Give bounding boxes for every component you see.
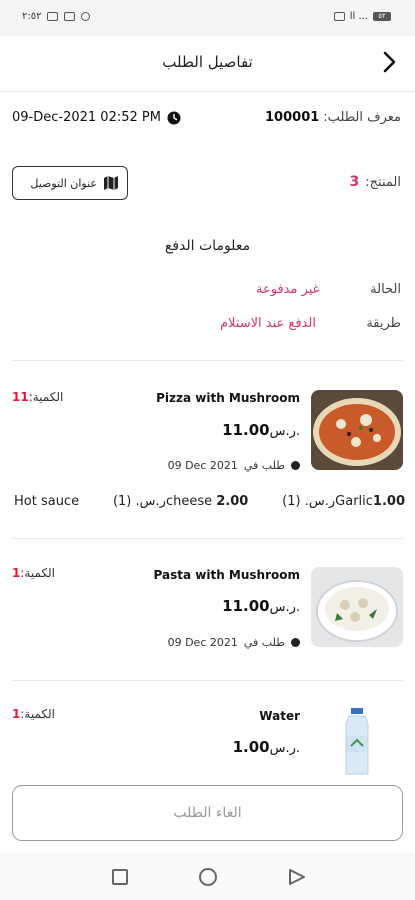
- order-id-value: 100001: [265, 110, 320, 125]
- ordered-date: 09 Dec 2021: [167, 636, 238, 649]
- recents-icon[interactable]: [112, 869, 128, 885]
- item-name: Pizza with Mushroom: [156, 391, 300, 405]
- alarm-icon: [81, 12, 91, 21]
- item-name: Pasta with Mushroom: [153, 568, 300, 582]
- item-ordered-date: طلب في 09 Dec 2021: [168, 636, 300, 649]
- back-triangle-icon[interactable]: [288, 868, 306, 886]
- pasta-image: [311, 567, 403, 647]
- pizza-image: [311, 390, 403, 470]
- item-qty-value: 11: [12, 390, 29, 404]
- ordered-prefix: طلب في: [243, 636, 285, 649]
- item-price-value: 11.00: [222, 421, 270, 439]
- delivery-address-button[interactable]: عنوان التوصيل: [12, 166, 128, 200]
- battery-icon: ٥٢: [373, 12, 391, 21]
- home-icon[interactable]: [199, 868, 217, 886]
- payment-status-label: الحالة: [370, 282, 401, 297]
- item-price: 1.00ر.س.: [233, 738, 300, 756]
- system-nav-bar: [0, 852, 415, 900]
- order-id-label: معرف الطلب:: [323, 110, 401, 125]
- item-ordered-date: طلب في 09 Dec 2021: [168, 459, 300, 472]
- app-bar: تفاصيل الطلب: [0, 36, 415, 92]
- item-name: Water: [259, 709, 300, 723]
- water-bottle-image: [311, 708, 403, 776]
- payment-method-label: طريقة: [366, 316, 401, 331]
- chevron-right-icon[interactable]: [377, 50, 401, 74]
- item-price-value: 11.00: [222, 597, 270, 615]
- payment-method-value: الدفع عند الاستلام: [220, 316, 316, 331]
- item-addons: Hot sauce cheese 2.00ر.س. (1) Garlic1.00…: [14, 494, 405, 509]
- item-qty-label: الكمية:: [20, 566, 56, 580]
- item-price: 11.00ر.س.: [222, 597, 300, 615]
- ordered-date: 09 Dec 2021: [167, 459, 238, 472]
- map-icon: [104, 176, 118, 190]
- dot-icon: [291, 638, 300, 647]
- products-count: 3: [349, 174, 360, 190]
- delivery-address-label: عنوان التوصيل: [30, 176, 97, 190]
- item-currency: ر.س.: [269, 600, 300, 615]
- divider: [12, 538, 403, 539]
- vpn-icon: [333, 12, 345, 21]
- payment-status-value: غير مدفوعة: [256, 282, 320, 297]
- page-title: تفاصيل الطلب: [162, 53, 253, 71]
- item-currency: ر.س.: [269, 424, 300, 439]
- addon: Hot sauce: [14, 494, 80, 509]
- status-bar: ٢:٥٢ ll ... ٥٢: [0, 0, 415, 36]
- item-price-value: 1.00: [232, 738, 270, 756]
- item-qty: الكمية: 1: [12, 707, 55, 721]
- dot-icon: [291, 461, 300, 470]
- clock-icon: [167, 111, 181, 124]
- item-price: 11.00ر.س.: [222, 421, 300, 439]
- item-qty: الكمية: 1: [12, 566, 55, 580]
- order-datetime-row: 09-Dec-2021 02:52 PM: [12, 110, 181, 125]
- order-id-row: معرف الطلب: 100001: [265, 110, 401, 125]
- signal-text: ll ...: [349, 11, 368, 22]
- notification-icon: [47, 12, 59, 21]
- products-row: المنتج: 3: [350, 174, 401, 190]
- ordered-prefix: طلب في: [243, 459, 285, 472]
- notification-icon: [64, 12, 76, 21]
- payment-info-title: معلومات الدفع: [164, 238, 251, 254]
- item-qty-value: 1: [12, 566, 21, 580]
- divider: [12, 360, 403, 361]
- addon: cheese 2.00ر.س. (1): [112, 494, 249, 509]
- item-qty-label: الكمية:: [28, 390, 64, 404]
- status-time: ٢:٥٢: [22, 11, 42, 22]
- cancel-order-button[interactable]: الغاء الطلب: [12, 785, 403, 841]
- divider: [12, 680, 403, 681]
- item-qty: الكمية: 11: [12, 390, 63, 404]
- item-currency: ر.س.: [269, 741, 300, 756]
- addon: Garlic1.00ر.س. (1): [282, 494, 405, 509]
- item-qty-label: الكمية:: [20, 707, 56, 721]
- item-qty-value: 1: [12, 707, 21, 721]
- order-datetime: 09-Dec-2021 02:52 PM: [12, 110, 161, 125]
- products-label: المنتج:: [365, 174, 401, 190]
